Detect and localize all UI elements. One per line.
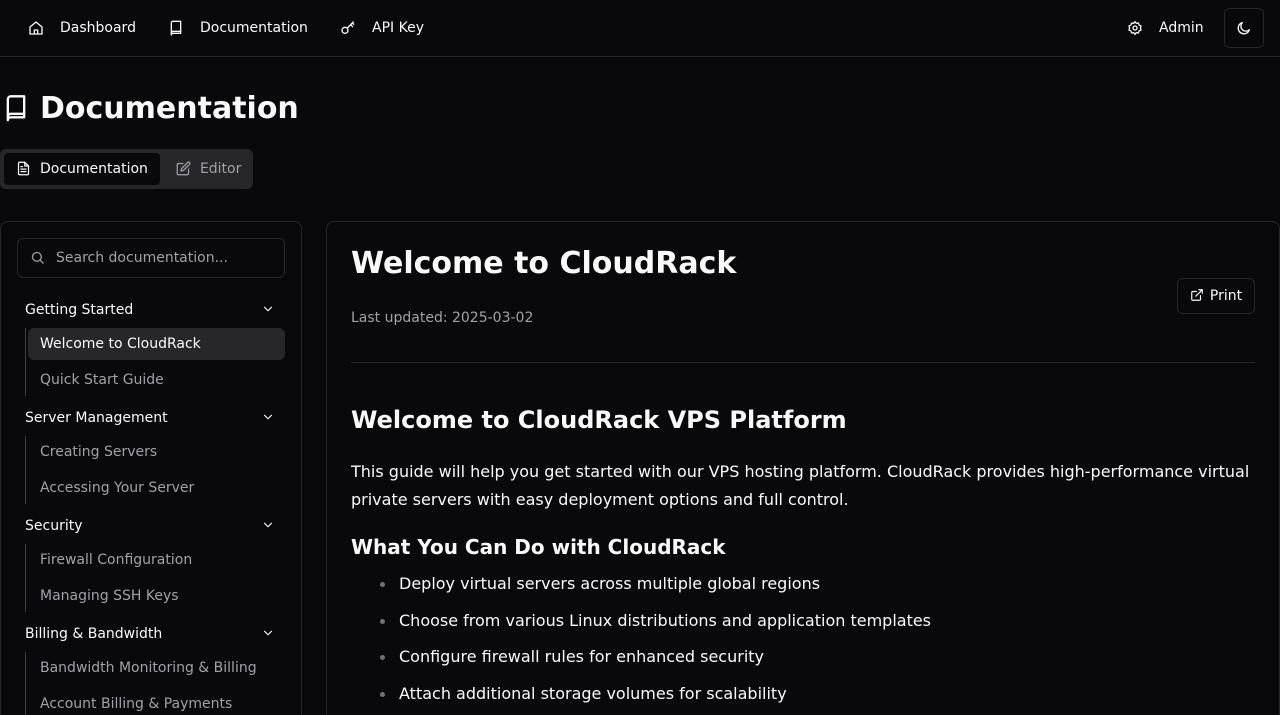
tab-editor-label: Editor	[199, 161, 242, 177]
feature-list: Deploy virtual servers across multiple g…	[351, 570, 1255, 708]
section-items: Firewall Configuration Managing SSH Keys	[25, 544, 285, 612]
section-title: Getting Started	[25, 302, 134, 318]
article-heading: Welcome to CloudRack VPS Platform	[351, 406, 847, 434]
nav-api-key[interactable]: API Key	[340, 0, 424, 56]
last-updated: Last updated: 2025-03-02	[351, 310, 534, 326]
nav-dashboard[interactable]: Dashboard	[28, 0, 136, 56]
tab-documentation[interactable]: Documentation	[4, 153, 160, 185]
home-icon	[28, 20, 44, 36]
book-icon	[168, 20, 184, 36]
section-title: Server Management	[25, 410, 168, 426]
tab-documentation-label: Documentation	[40, 161, 148, 177]
gear-icon	[1127, 20, 1143, 36]
key-icon	[340, 20, 356, 36]
edit-icon	[176, 161, 192, 177]
article-subheading: What You Can Do with CloudRack	[351, 535, 726, 559]
divider	[351, 362, 1255, 363]
list-item: Attach additional storage volumes for sc…	[379, 680, 1255, 708]
doc-item-welcome[interactable]: Welcome to CloudRack	[28, 328, 285, 360]
doc-item-quick-start[interactable]: Quick Start Guide	[28, 364, 285, 396]
search-icon	[30, 250, 46, 266]
section-header[interactable]: Server Management	[17, 400, 285, 436]
search-box[interactable]	[17, 238, 285, 278]
doc-item-account-billing[interactable]: Account Billing & Payments	[28, 688, 285, 715]
doc-item-creating-servers[interactable]: Creating Servers	[28, 436, 285, 468]
list-item: Configure firewall rules for enhanced se…	[379, 643, 1255, 671]
moon-icon	[1236, 20, 1252, 36]
page-title: Documentation	[2, 88, 299, 128]
chevron-down-icon	[261, 518, 277, 534]
nav-dashboard-label: Dashboard	[60, 20, 136, 36]
print-label: Print	[1209, 288, 1243, 304]
section-getting-started: Getting Started Welcome to CloudRack Qui…	[17, 292, 285, 396]
doc-sections: Getting Started Welcome to CloudRack Qui…	[17, 292, 285, 715]
chevron-down-icon	[261, 302, 277, 318]
section-security: Security Firewall Configuration Managing…	[17, 508, 285, 612]
document-title: Welcome to CloudRack	[351, 246, 737, 281]
file-text-icon	[16, 161, 32, 177]
doc-item-accessing-server[interactable]: Accessing Your Server	[28, 472, 285, 504]
section-header[interactable]: Getting Started	[17, 292, 285, 328]
nav-api-key-label: API Key	[372, 20, 424, 36]
tab-editor[interactable]: Editor	[164, 153, 253, 185]
section-title: Security	[25, 518, 83, 534]
doc-item-bandwidth-billing[interactable]: Bandwidth Monitoring & Billing	[28, 652, 285, 684]
chevron-down-icon	[261, 410, 277, 426]
section-server-management: Server Management Creating Servers Acces…	[17, 400, 285, 504]
section-header[interactable]: Security	[17, 508, 285, 544]
nav-admin-label: Admin	[1159, 20, 1204, 36]
nav-documentation[interactable]: Documentation	[168, 0, 308, 56]
section-items: Welcome to CloudRack Quick Start Guide	[25, 328, 285, 396]
print-button[interactable]: Print	[1177, 278, 1255, 314]
top-navigation: Dashboard Documentation API Key Admin	[0, 0, 1280, 57]
search-input[interactable]	[56, 250, 266, 266]
section-items: Creating Servers Accessing Your Server	[25, 436, 285, 504]
theme-toggle-button[interactable]	[1224, 8, 1264, 48]
nav-admin[interactable]: Admin	[1127, 0, 1204, 56]
doc-item-firewall[interactable]: Firewall Configuration	[28, 544, 285, 576]
section-billing: Billing & Bandwidth Bandwidth Monitoring…	[17, 616, 285, 715]
list-item: Choose from various Linux distributions …	[379, 607, 1255, 635]
docs-sidebar: Getting Started Welcome to CloudRack Qui…	[0, 221, 302, 715]
section-items: Bandwidth Monitoring & Billing Account B…	[25, 652, 285, 715]
view-tabs: Documentation Editor	[0, 149, 253, 189]
book-icon	[2, 92, 32, 124]
article-body: Welcome to CloudRack VPS Platform This g…	[351, 402, 1255, 715]
nav-documentation-label: Documentation	[200, 20, 308, 36]
doc-item-ssh-keys[interactable]: Managing SSH Keys	[28, 580, 285, 612]
section-title: Billing & Bandwidth	[25, 626, 163, 642]
article-intro: This guide will help you get started wit…	[351, 462, 1250, 509]
page-title-text: Documentation	[40, 90, 299, 126]
document-panel: Welcome to CloudRack Last updated: 2025-…	[326, 221, 1280, 715]
chevron-down-icon	[261, 626, 277, 642]
list-item: Deploy virtual servers across multiple g…	[379, 570, 1255, 598]
section-header[interactable]: Billing & Bandwidth	[17, 616, 285, 652]
external-link-icon	[1190, 288, 1206, 304]
